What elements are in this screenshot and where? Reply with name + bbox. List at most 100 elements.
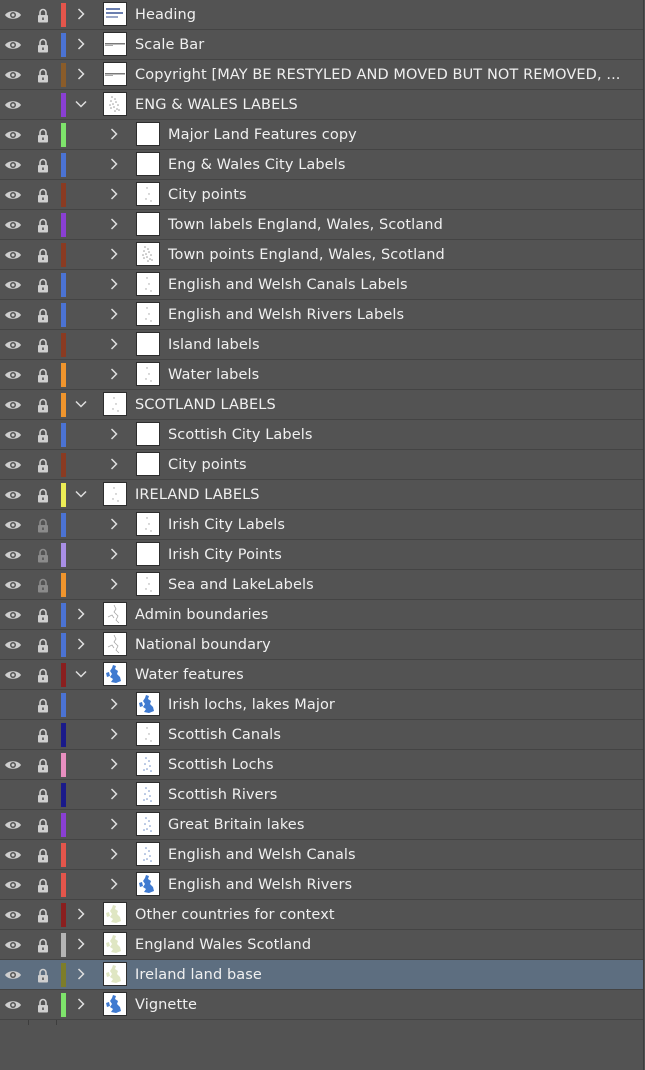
lock-icon[interactable] [34,636,52,654]
layer-row[interactable]: Town points England, Wales, Scotland [0,240,643,270]
layer-row[interactable]: National boundary [0,630,643,660]
layer-row[interactable]: City points [0,450,643,480]
lock-icon[interactable] [34,366,52,384]
chevron-right-icon[interactable] [107,157,121,171]
eye-icon[interactable] [3,487,23,503]
lock-icon[interactable] [34,306,52,324]
chevron-right-icon[interactable] [107,277,121,291]
lock-icon[interactable] [34,816,52,834]
layer-name[interactable]: City points [168,450,247,480]
lock-icon[interactable] [34,996,52,1014]
chevron-right-icon[interactable] [107,127,121,141]
layer-name[interactable]: English and Welsh Rivers Labels [168,300,404,330]
eye-icon[interactable] [3,67,23,83]
eye-icon[interactable] [3,37,23,53]
chevron-right-icon[interactable] [107,457,121,471]
layer-row[interactable]: Admin boundaries [0,600,643,630]
layer-name[interactable]: IRELAND LABELS [135,480,260,510]
eye-icon[interactable] [3,607,23,623]
lock-icon[interactable] [34,336,52,354]
layer-row[interactable]: IRELAND LABELS [0,480,643,510]
chevron-right-icon[interactable] [107,817,121,831]
layer-name[interactable]: Major Land Features copy [168,120,357,150]
chevron-down-icon[interactable] [74,97,88,111]
eye-icon[interactable] [3,637,23,653]
layer-name[interactable]: City points [168,180,247,210]
layer-row[interactable]: ENG & WALES LABELS [0,90,643,120]
eye-icon[interactable] [3,217,23,233]
eye-icon[interactable] [3,277,23,293]
lock-icon[interactable] [34,276,52,294]
visibility-toggle[interactable] [3,787,23,803]
layer-row[interactable]: Irish City Labels [0,510,643,540]
lock-icon[interactable] [34,606,52,624]
lock-icon[interactable] [34,186,52,204]
layer-row[interactable]: Eng & Wales City Labels [0,150,643,180]
eye-icon[interactable] [3,967,23,983]
layer-row[interactable]: Island labels [0,330,643,360]
layer-name[interactable]: Ireland land base [135,960,262,990]
chevron-right-icon[interactable] [74,997,88,1011]
lock-icon[interactable] [34,426,52,444]
chevron-right-icon[interactable] [74,607,88,621]
chevron-right-icon[interactable] [107,547,121,561]
layer-row[interactable]: English and Welsh Rivers Labels [0,300,643,330]
visibility-toggle[interactable] [3,697,23,713]
layer-name[interactable]: English and Welsh Canals Labels [168,270,408,300]
eye-icon[interactable] [3,517,23,533]
layer-row[interactable]: Ireland land base [0,960,643,990]
layer-name[interactable]: Scottish Rivers [168,780,277,810]
layer-name[interactable]: Irish City Labels [168,510,285,540]
lock-icon[interactable] [34,486,52,504]
eye-icon[interactable] [3,127,23,143]
lock-icon[interactable] [34,456,52,474]
layer-name[interactable]: Other countries for context [135,900,335,930]
layer-name[interactable]: Vignette [135,990,197,1020]
chevron-right-icon[interactable] [107,367,121,381]
chevron-right-icon[interactable] [74,37,88,51]
layer-row[interactable]: Vignette [0,990,643,1020]
lock-icon[interactable] [34,156,52,174]
chevron-down-icon[interactable] [74,667,88,681]
layer-row[interactable]: SCOTLAND LABELS [0,390,643,420]
layer-name[interactable]: Admin boundaries [135,600,268,630]
chevron-right-icon[interactable] [107,577,121,591]
layer-name[interactable]: ENG & WALES LABELS [135,90,298,120]
chevron-right-icon[interactable] [107,847,121,861]
eye-icon[interactable] [3,667,23,683]
layer-name[interactable]: Irish lochs, lakes Major [168,690,335,720]
chevron-right-icon[interactable] [107,427,121,441]
lock-icon[interactable] [34,666,52,684]
layer-name[interactable]: Great Britain lakes [168,810,305,840]
layer-name[interactable]: Town labels England, Wales, Scotland [168,210,443,240]
lock-icon[interactable] [34,36,52,54]
visibility-toggle[interactable] [3,727,23,743]
layer-name[interactable]: English and Welsh Canals [168,840,356,870]
lock-icon[interactable] [34,966,52,984]
chevron-right-icon[interactable] [74,7,88,21]
lock-icon[interactable] [34,756,52,774]
eye-icon[interactable] [3,907,23,923]
lock-icon[interactable] [34,546,52,564]
eye-icon[interactable] [3,7,23,23]
chevron-right-icon[interactable] [74,937,88,951]
lock-icon[interactable] [34,396,52,414]
layer-row[interactable]: England Wales Scotland [0,930,643,960]
layer-name[interactable]: Town points England, Wales, Scotland [168,240,445,270]
chevron-right-icon[interactable] [107,697,121,711]
layer-row[interactable]: English and Welsh Canals [0,840,643,870]
layer-name[interactable]: Sea and LakeLabels [168,570,314,600]
chevron-right-icon[interactable] [107,757,121,771]
lock-icon[interactable] [34,516,52,534]
layer-row[interactable]: Major Land Features copy [0,120,643,150]
chevron-right-icon[interactable] [74,67,88,81]
lock-icon[interactable] [34,906,52,924]
lock-icon[interactable] [34,846,52,864]
eye-icon[interactable] [3,247,23,263]
layer-name[interactable]: Water features [135,660,244,690]
eye-icon[interactable] [3,877,23,893]
lock-icon[interactable] [34,696,52,714]
layer-name[interactable]: Scottish Canals [168,720,281,750]
layer-row[interactable]: Heading [0,0,643,30]
layer-row[interactable]: Sea and LakeLabels [0,570,643,600]
